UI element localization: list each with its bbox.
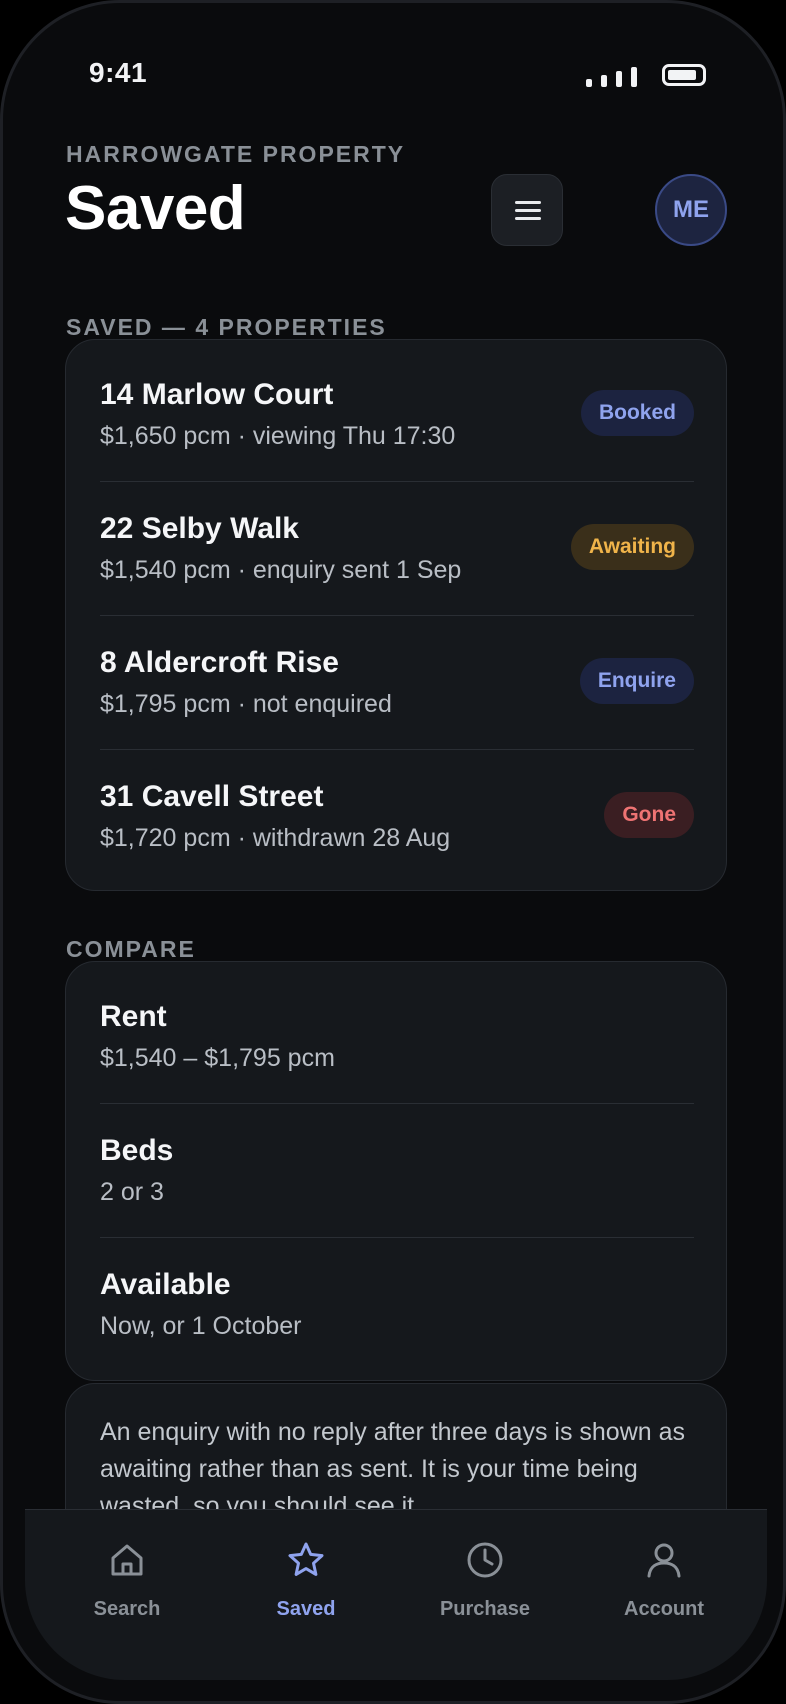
menu-button[interactable] [491,174,563,246]
compare-card: Rent $1,540 – $1,795 pcm Beds 2 or 3 Ava… [65,961,727,1381]
property-title: 22 Selby Walk [100,512,299,545]
status-time: 9:41 [89,57,148,88]
signal-strength-icon [586,65,646,87]
home-icon [111,1544,143,1576]
avatar[interactable]: ME [655,174,727,246]
compare-row-title: Rent [100,1000,167,1033]
tab-label: Account [624,1598,704,1620]
list-item[interactable]: 8 Aldercroft Rise $1,795 pcm · not enqui… [100,646,694,726]
tab-label: Search [93,1598,161,1620]
compare-row: Rent $1,540 – $1,795 pcm [100,1000,694,1080]
list-item[interactable]: 14 Marlow Court $1,650 pcm · viewing Thu… [100,378,694,458]
compare-row-value: 2 or 3 [100,1178,164,1206]
divider [100,1103,694,1104]
compare-row-value: $1,540 – $1,795 pcm [100,1044,335,1072]
property-details: $1,795 pcm · not enquired [100,690,392,718]
saved-section-label: SAVED — 4 PROPERTIES [66,314,387,340]
brand-name: HARROWGATE PROPERTY [66,141,406,167]
property-details: $1,720 pcm · withdrawn 28 Aug [100,824,451,852]
property-details: $1,650 pcm · viewing Thu 17:30 [100,422,456,450]
divider [100,481,694,482]
page-title: Saved [65,174,246,243]
star-icon [288,1542,324,1576]
list-item[interactable]: 22 Selby Walk $1,540 pcm · enquiry sent … [100,512,694,592]
property-title: 8 Aldercroft Rise [100,646,339,679]
phone-screen: 9:41 HARROWGATE PROPERTY Saved ME SAVED … [0,0,786,1704]
tab-saved[interactable]: Saved [231,1510,381,1640]
tab-account[interactable]: Account [589,1510,739,1640]
status-badge[interactable]: Awaiting [570,524,694,570]
compare-row-title: Available [100,1268,231,1301]
divider [100,615,694,616]
tab-bar: Search Saved Purchase Account [25,1509,767,1680]
divider [100,749,694,750]
saved-properties-card: 14 Marlow Court $1,650 pcm · viewing Thu… [65,339,727,891]
compare-row: Available Now, or 1 October [100,1268,694,1348]
status-badge[interactable]: Enquire [579,658,694,704]
status-badge[interactable]: Gone [604,792,694,838]
tab-label: Saved [276,1598,336,1620]
compare-row: Beds 2 or 3 [100,1134,694,1214]
compare-row-title: Beds [100,1134,174,1167]
compare-section-label: COMPARE [66,936,196,962]
divider [100,1237,694,1238]
tab-search[interactable]: Search [52,1510,202,1640]
tab-label: Purchase [439,1598,531,1620]
property-title: 14 Marlow Court [100,378,334,411]
tab-purchase[interactable]: Purchase [410,1510,560,1640]
status-bar: 9:41 [3,3,783,153]
property-details: $1,540 pcm · enquiry sent 1 Sep [100,556,462,584]
property-title: 31 Cavell Street [100,780,324,813]
status-badge[interactable]: Booked [580,390,694,436]
list-item[interactable]: 31 Cavell Street $1,720 pcm · withdrawn … [100,780,694,860]
battery-icon [662,64,706,86]
person-icon [647,1543,681,1578]
clock-icon [467,1542,503,1578]
compare-row-value: Now, or 1 October [100,1312,302,1340]
